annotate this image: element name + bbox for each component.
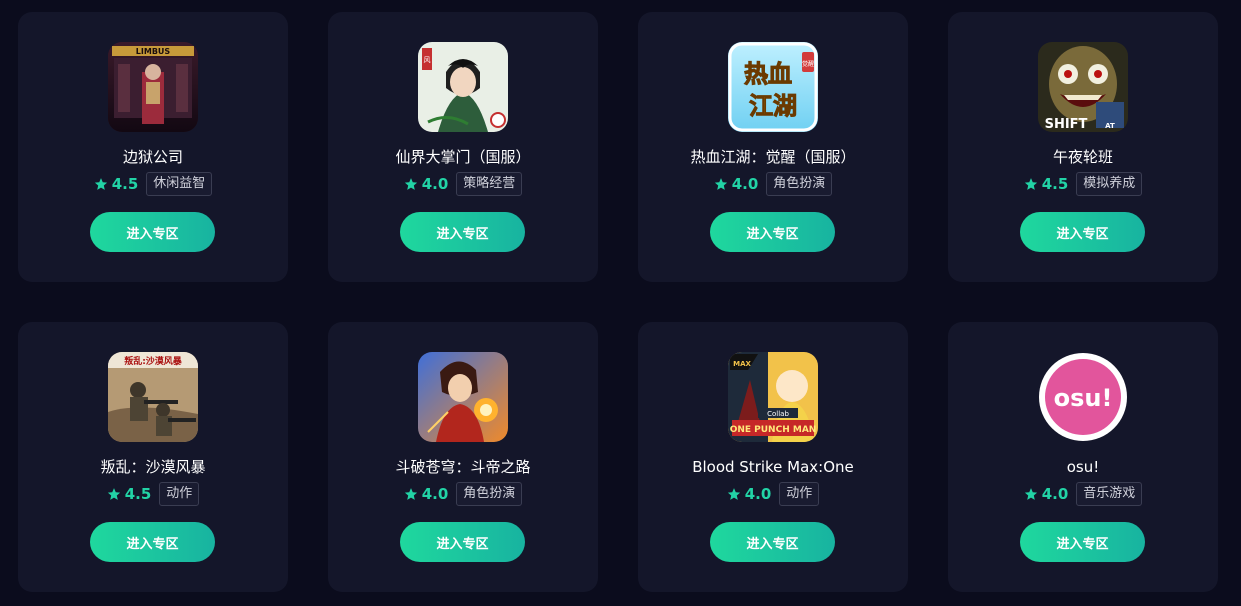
svg-text:热血: 热血 [744, 60, 792, 88]
game-title: 斗破苍穹：斗帝之路 [395, 458, 531, 476]
rating: 4.0 [1024, 485, 1069, 503]
category-tag: 策略经营 [456, 172, 523, 196]
rating: 4.0 [727, 485, 772, 503]
xianjie-icon[interactable]: 风 [418, 42, 508, 132]
rating-value: 4.5 [124, 485, 152, 503]
game-meta: 4.5 模拟养成 [948, 172, 1218, 196]
category-tag: 音乐游戏 [1076, 482, 1143, 506]
game-card: SHIFT AT 午夜轮班 4.5 模拟养成 进入专区 [948, 12, 1218, 282]
enter-zone-button[interactable]: 进入专区 [90, 212, 215, 252]
game-meta: 4.0 策略经营 [328, 172, 598, 196]
rating-value: 4.0 [731, 175, 759, 193]
rating-value: 4.0 [1041, 485, 1069, 503]
rating-value: 4.0 [744, 485, 772, 503]
enter-zone-button[interactable]: 进入专区 [710, 522, 835, 562]
rating-value: 4.5 [111, 175, 139, 193]
svg-text:osu!: osu! [1054, 384, 1113, 412]
rating: 4.5 [1024, 175, 1069, 193]
enter-zone-button[interactable]: 进入专区 [1020, 522, 1145, 562]
star-icon [107, 487, 121, 501]
game-meta: 4.0 音乐游戏 [948, 482, 1218, 506]
rating: 4.0 [404, 485, 449, 503]
rating-value: 4.5 [1041, 175, 1069, 193]
star-icon [1024, 177, 1038, 191]
game-title: osu! [1066, 458, 1100, 476]
star-icon [727, 487, 741, 501]
category-tag: 角色扮演 [766, 172, 833, 196]
svg-text:AT: AT [1105, 122, 1115, 130]
game-meta: 4.5 动作 [18, 482, 288, 506]
enter-zone-button[interactable]: 进入专区 [90, 522, 215, 562]
rating: 4.0 [404, 175, 449, 193]
night-shift-icon[interactable]: SHIFT AT [1038, 42, 1128, 132]
enter-zone-button[interactable]: 进入专区 [400, 522, 525, 562]
enter-zone-button[interactable]: 进入专区 [710, 212, 835, 252]
game-meta: 4.0 角色扮演 [638, 172, 908, 196]
rating-value: 4.0 [421, 485, 449, 503]
game-title: 叛乱：沙漠风暴 [100, 458, 206, 476]
star-icon [714, 177, 728, 191]
osu-icon[interactable]: osu! [1038, 352, 1128, 442]
game-meta: 4.0 动作 [638, 482, 908, 506]
rating: 4.5 [107, 485, 152, 503]
category-tag: 动作 [779, 482, 820, 506]
game-title: 午夜轮班 [1052, 148, 1113, 166]
star-icon [1024, 487, 1038, 501]
category-tag: 角色扮演 [456, 482, 523, 506]
game-card: osu! osu! 4.0 音乐游戏 进入专区 [948, 322, 1218, 592]
insurgency-icon[interactable]: 叛乱:沙漠风暴 [108, 352, 198, 442]
star-icon [404, 487, 418, 501]
doupo-icon[interactable] [418, 352, 508, 442]
category-tag: 动作 [159, 482, 200, 506]
svg-text:江湖: 江湖 [749, 92, 797, 120]
game-card: 叛乱:沙漠风暴 叛乱：沙漠风暴 4.5 动作 进入专区 [18, 322, 288, 592]
svg-text:LIMBUS: LIMBUS [136, 47, 171, 56]
limbus-company-icon[interactable]: LIMBUS [108, 42, 198, 132]
rexue-jianghu-icon[interactable]: 热血 江湖 觉醒 [728, 42, 818, 132]
svg-text:SHIFT: SHIFT [1045, 117, 1088, 132]
star-icon [404, 177, 418, 191]
game-title: 仙界大掌门（国服） [395, 148, 531, 166]
game-meta: 4.5 休闲益智 [18, 172, 288, 196]
svg-text:风: 风 [424, 56, 431, 64]
svg-text:觉醒: 觉醒 [802, 60, 814, 68]
game-card: 风 仙界大掌门（国服） 4.0 策略经营 进入专区 [328, 12, 598, 282]
game-card: 斗破苍穹：斗帝之路 4.0 角色扮演 进入专区 [328, 322, 598, 592]
game-card: LIMBUS 边狱公司 4.5 休闲益智 进入专区 [18, 12, 288, 282]
svg-text:MAX: MAX [733, 360, 751, 368]
rating: 4.0 [714, 175, 759, 193]
rating-value: 4.0 [421, 175, 449, 193]
game-title: 边狱公司 [122, 148, 183, 166]
category-tag: 休闲益智 [146, 172, 213, 196]
enter-zone-button[interactable]: 进入专区 [1020, 212, 1145, 252]
game-card: 热血 江湖 觉醒 热血江湖：觉醒（国服） 4.0 角色扮演 进入专区 [638, 12, 908, 282]
game-meta: 4.0 角色扮演 [328, 482, 598, 506]
game-card: MAX Collab ONE PUNCH MAN Blood Strike Ma… [638, 322, 908, 592]
blood-strike-icon[interactable]: MAX Collab ONE PUNCH MAN [728, 352, 818, 442]
rating: 4.5 [94, 175, 139, 193]
enter-zone-button[interactable]: 进入专区 [400, 212, 525, 252]
game-grid: LIMBUS 边狱公司 4.5 休闲益智 进入专区 风 仙界大掌门（国服） 4.… [0, 0, 1241, 606]
star-icon [94, 177, 108, 191]
category-tag: 模拟养成 [1076, 172, 1143, 196]
game-title: 热血江湖：觉醒（国服） [690, 148, 856, 166]
svg-text:Collab: Collab [767, 410, 789, 418]
game-title: Blood Strike Max:One [692, 458, 854, 476]
svg-text:叛乱:沙漠风暴: 叛乱:沙漠风暴 [124, 355, 183, 367]
svg-text:ONE PUNCH MAN: ONE PUNCH MAN [730, 425, 817, 435]
